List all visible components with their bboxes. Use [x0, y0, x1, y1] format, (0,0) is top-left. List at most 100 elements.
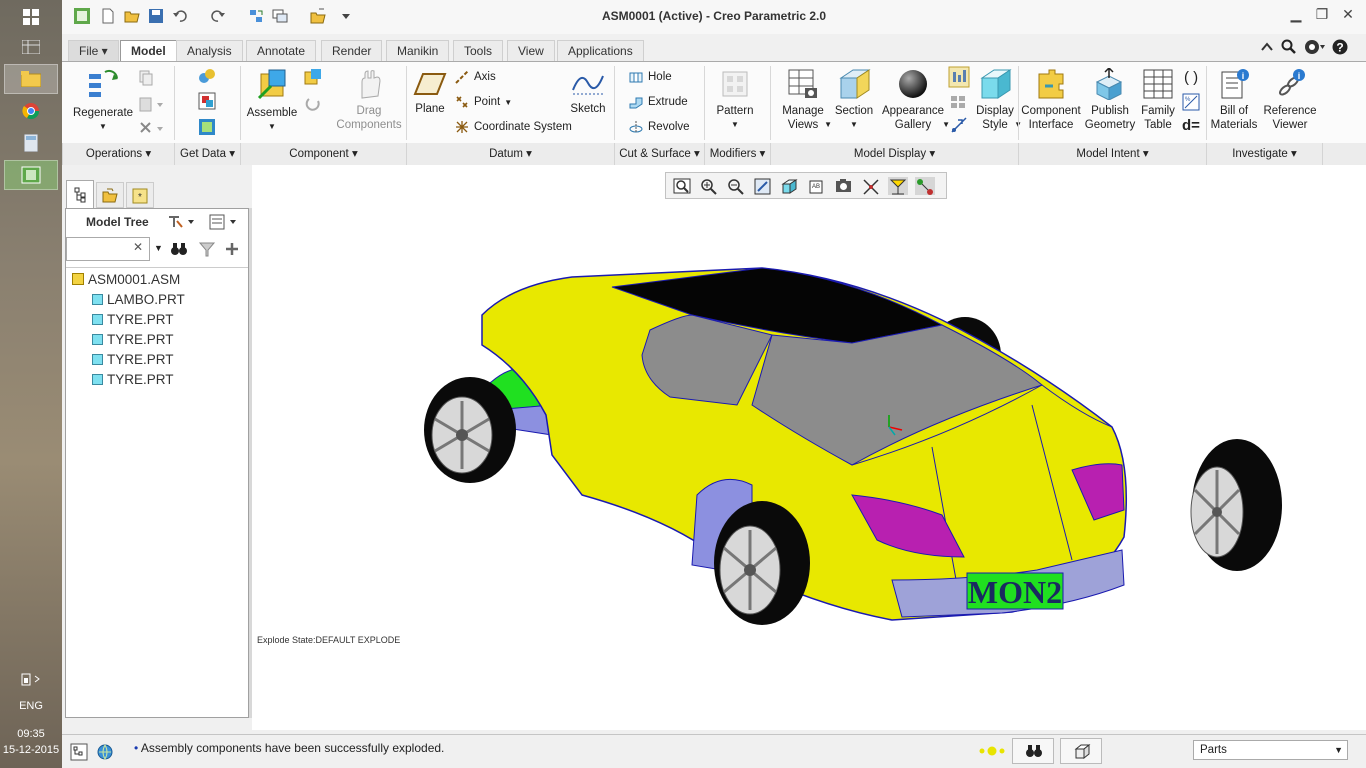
copy-geometry-icon[interactable]: [198, 92, 216, 110]
group-datum[interactable]: Datum ▾: [406, 143, 614, 165]
minimize-button[interactable]: ▁: [1284, 6, 1308, 26]
taskbar-creo[interactable]: [4, 160, 58, 190]
tab-render[interactable]: Render: [321, 40, 383, 62]
refit-icon[interactable]: [672, 177, 692, 195]
regenerate-button[interactable]: Regenerate ▼: [72, 68, 134, 134]
reference-viewer-button[interactable]: i Reference Viewer: [1260, 68, 1320, 132]
paste-icon[interactable]: [138, 96, 166, 112]
relations-icon[interactable]: ( ): [1182, 68, 1200, 86]
selection-filter-select[interactable]: Parts ▼: [1193, 740, 1348, 760]
show-columns-icon[interactable]: [208, 213, 238, 231]
point-dropdown-icon[interactable]: ▼: [504, 98, 512, 107]
pattern-button[interactable]: Pattern ▼: [710, 68, 760, 132]
clear-search-icon[interactable]: ✕: [133, 240, 143, 254]
display-style-view-icon[interactable]: [780, 177, 800, 195]
zoom-in-icon[interactable]: [699, 177, 719, 195]
add-icon[interactable]: [224, 241, 240, 257]
manage-views-button[interactable]: Manage Views ▼: [776, 68, 832, 132]
extrude-button[interactable]: Extrude: [628, 93, 688, 111]
d-equals-button[interactable]: d=: [1182, 117, 1200, 134]
group-modifiers[interactable]: Modifiers ▾: [704, 143, 770, 165]
close-button[interactable]: ✕: [1336, 6, 1360, 26]
regenerate-dropdown-icon[interactable]: ▼: [72, 120, 134, 134]
section-button[interactable]: Section ▼: [832, 68, 876, 132]
parameters-icon[interactable]: %: [1182, 93, 1200, 111]
tab-manikin[interactable]: Manikin: [386, 40, 450, 62]
search-icon[interactable]: [1281, 39, 1297, 55]
spin-center-icon[interactable]: [915, 177, 935, 195]
revolve-button[interactable]: Revolve: [628, 118, 690, 136]
selection-filter-button[interactable]: [1060, 738, 1102, 764]
family-table-button[interactable]: Family Table: [1136, 68, 1180, 132]
delete-icon[interactable]: [138, 120, 166, 136]
tab-model[interactable]: Model: [120, 40, 177, 63]
find-binoculars-icon[interactable]: [170, 241, 188, 257]
tab-model-tree[interactable]: [66, 180, 94, 208]
task-view-button[interactable]: [4, 32, 58, 62]
tyre-front-left[interactable]: [714, 501, 810, 625]
datum-display-icon[interactable]: [861, 177, 881, 195]
tab-analysis[interactable]: Analysis: [176, 40, 243, 62]
user-defined-feature-icon[interactable]: [198, 68, 216, 86]
layers-icon[interactable]: [950, 94, 968, 110]
collapse-ribbon-icon[interactable]: [1260, 40, 1274, 54]
hole-button[interactable]: Hole: [628, 68, 672, 86]
taskbar-file-explorer[interactable]: [4, 64, 58, 94]
section-dropdown-icon[interactable]: ▼: [832, 118, 876, 132]
manage-views-dropdown-icon[interactable]: ▼: [824, 118, 832, 132]
annotation-display-icon[interactable]: [888, 177, 908, 195]
tree-item-tyre-2[interactable]: TYRE.PRT: [92, 329, 174, 349]
tree-settings-icon[interactable]: [166, 213, 196, 231]
copy-icon[interactable]: [138, 70, 154, 86]
shrinkwrap-icon[interactable]: [198, 118, 216, 136]
tray-power-icon[interactable]: [4, 664, 58, 694]
repeat-icon[interactable]: [304, 94, 322, 112]
display-style-button[interactable]: Display Style ▼: [972, 68, 1022, 132]
zoom-out-icon[interactable]: [726, 177, 746, 195]
sketch-button[interactable]: Sketch: [566, 68, 610, 116]
drag-components-button[interactable]: Drag Components: [332, 68, 406, 132]
tab-applications[interactable]: Applications: [557, 40, 644, 62]
toggle-navigator-icon[interactable]: [70, 743, 88, 761]
group-get-data[interactable]: Get Data ▾: [174, 143, 240, 165]
browser-toggle-icon[interactable]: [96, 743, 114, 761]
tyre-front-right[interactable]: [1190, 439, 1282, 571]
find-button[interactable]: [1012, 738, 1054, 764]
tab-favorites[interactable]: *: [126, 182, 154, 208]
group-component[interactable]: Component ▾: [240, 143, 406, 165]
plane-button[interactable]: Plane: [408, 68, 452, 116]
component-interface-button[interactable]: Component Interface: [1020, 68, 1082, 132]
graphics-area[interactable]: MON2 Explode State:DEFAULT EXPLODE: [252, 165, 1366, 730]
filter-icon[interactable]: [198, 241, 216, 257]
help-icon[interactable]: ?: [1332, 39, 1348, 55]
tab-file[interactable]: File ▾: [68, 40, 119, 62]
tree-item-asm[interactable]: ASM0001.ASM: [72, 269, 180, 289]
tree-item-lambo[interactable]: LAMBO.PRT: [92, 289, 185, 309]
tab-annotate[interactable]: Annotate: [246, 40, 317, 62]
group-model-display[interactable]: Model Display ▾: [770, 143, 1018, 165]
filter-dropdown-icon[interactable]: ▼: [1334, 741, 1343, 759]
appearance-dropdown-icon[interactable]: ▼: [942, 118, 950, 132]
ptc-community-icon[interactable]: [1304, 39, 1326, 55]
taskbar-calculator[interactable]: [4, 128, 58, 158]
tab-view[interactable]: View: [507, 40, 555, 62]
bill-of-materials-button[interactable]: i Bill of Materials: [1208, 68, 1260, 132]
appearance-gallery-button[interactable]: Appearance Gallery ▼: [878, 68, 950, 132]
group-model-intent[interactable]: Model Intent ▾: [1018, 143, 1206, 165]
search-dropdown-icon[interactable]: ▼: [154, 243, 163, 253]
axis-button[interactable]: Axis: [454, 68, 496, 86]
perspective-icon[interactable]: [950, 116, 968, 134]
tab-folder-browser[interactable]: [96, 182, 124, 208]
group-investigate[interactable]: Investigate ▾: [1206, 143, 1322, 165]
tree-item-tyre-3[interactable]: TYRE.PRT: [92, 349, 174, 369]
tab-tools[interactable]: Tools: [453, 40, 504, 62]
restore-button[interactable]: ❐: [1310, 6, 1334, 26]
coordinate-system-button[interactable]: Coordinate System: [454, 118, 572, 136]
saved-orientations-icon[interactable]: AB: [807, 177, 827, 195]
create-component-icon[interactable]: [304, 68, 322, 86]
repaint-icon[interactable]: [753, 177, 773, 195]
view-manager-icon[interactable]: [834, 177, 854, 195]
display-toggle-icon[interactable]: [948, 66, 970, 88]
tree-search-input[interactable]: ✕: [66, 237, 150, 261]
start-button[interactable]: [4, 2, 58, 32]
